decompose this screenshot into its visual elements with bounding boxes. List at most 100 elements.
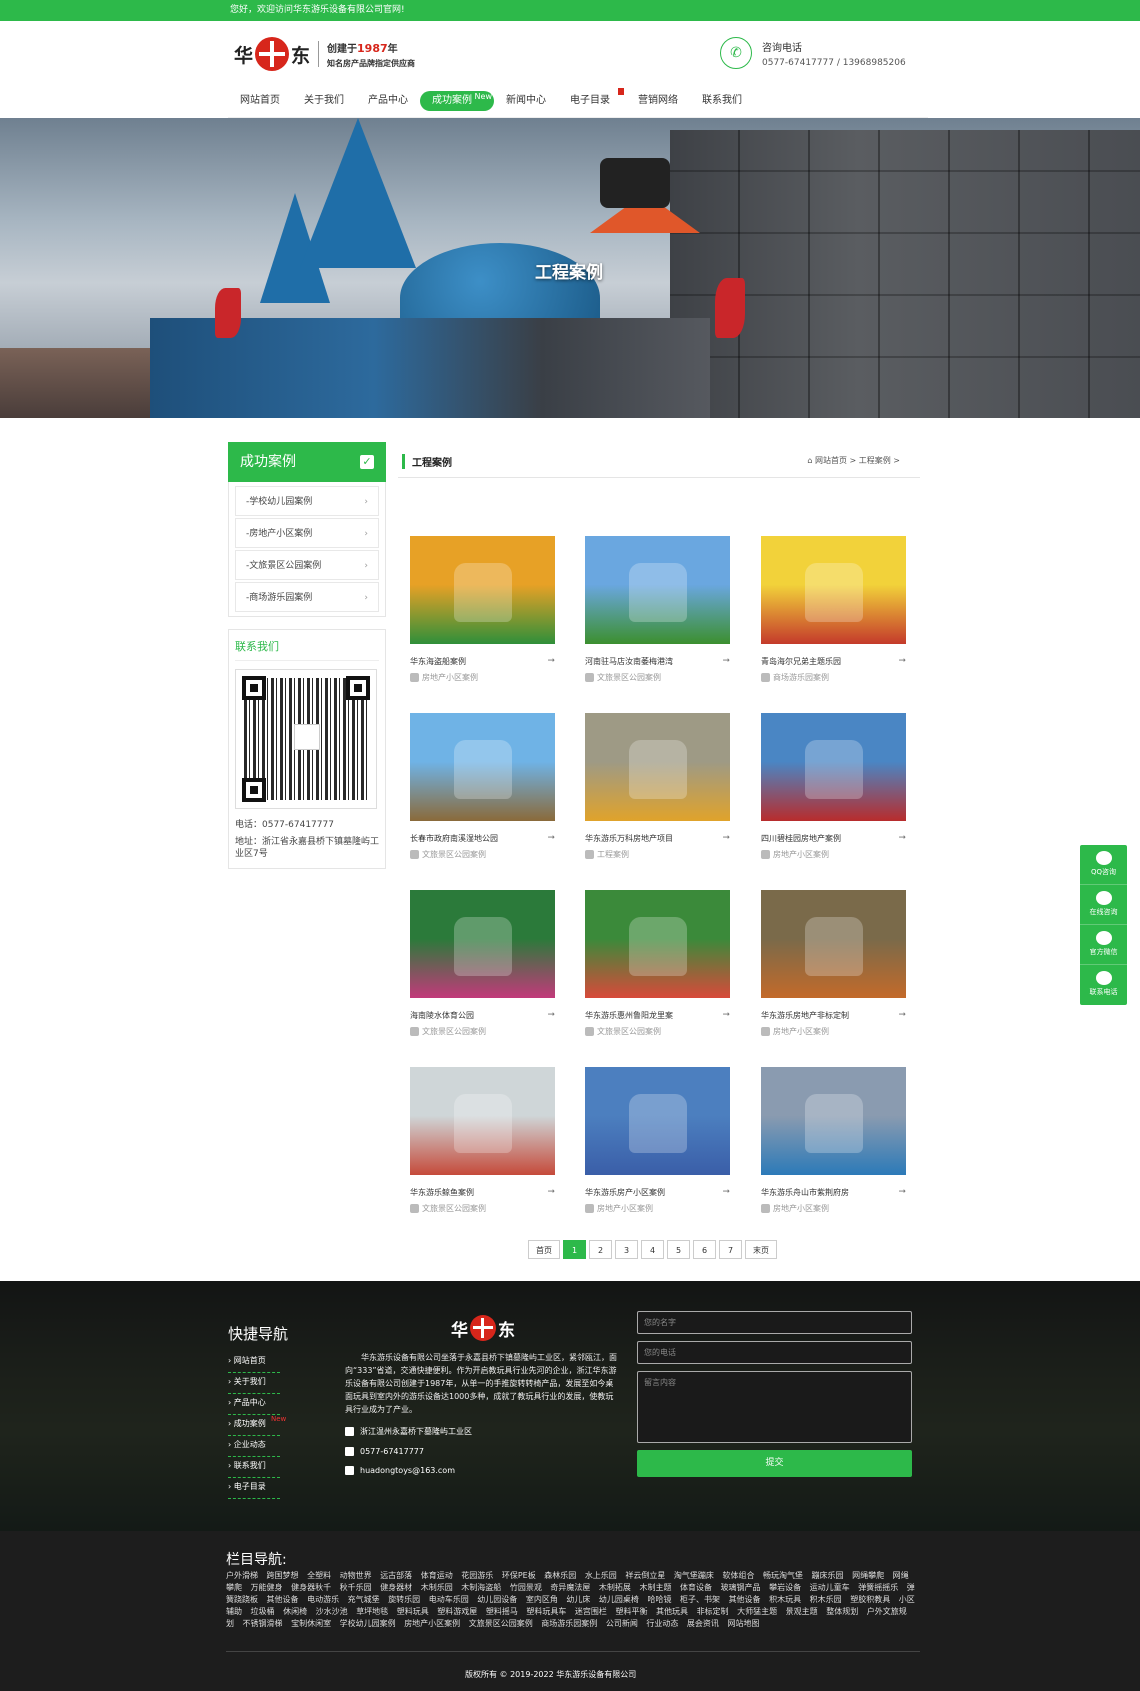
arrow-right-icon[interactable]: ➞	[547, 656, 555, 666]
arrow-right-icon[interactable]: ➞	[898, 1187, 906, 1197]
arrow-right-icon[interactable]: ➞	[722, 1010, 730, 1020]
quick-link-home[interactable]: › 网站首页	[228, 1352, 280, 1373]
quick-link-catalog[interactable]: › 电子目录	[228, 1478, 280, 1499]
column-link[interactable]: 畅玩淘气堡	[763, 1571, 803, 1580]
quick-link-cases[interactable]: › 成功案例 New	[228, 1415, 286, 1436]
case-category[interactable]: 房地产小区案例	[422, 673, 478, 682]
case-title[interactable]: 河南驻马店汝南萎梅港湾	[585, 657, 673, 666]
sidebar-item-park[interactable]: -文旅景区公园案例 ›	[235, 550, 379, 580]
message-textarea[interactable]: 留言内容	[637, 1371, 912, 1443]
arrow-right-icon[interactable]: ➞	[722, 833, 730, 843]
case-card[interactable]: 海南陵水体育公园 ➞ 文旅景区公园案例	[410, 890, 555, 1037]
column-link[interactable]: 淘气堡蹦床	[674, 1571, 714, 1580]
page-6[interactable]: 6	[693, 1240, 716, 1259]
column-link[interactable]: 不锈钢滑梯	[243, 1619, 283, 1628]
column-link[interactable]: 迷宫围栏	[575, 1607, 607, 1616]
page-1[interactable]: 1	[563, 1240, 586, 1259]
column-link[interactable]: 房地产小区案例	[404, 1619, 460, 1628]
case-title[interactable]: 华东游乐惠州鲁阳龙里案	[585, 1011, 673, 1020]
nav-about[interactable]: 关于我们	[292, 91, 356, 111]
case-category[interactable]: 房地产小区案例	[597, 1204, 653, 1213]
arrow-right-icon[interactable]: ➞	[722, 1187, 730, 1197]
column-link[interactable]: 弹簧摇摇乐	[858, 1583, 898, 1592]
case-image[interactable]	[761, 1067, 906, 1175]
nav-marketing[interactable]: 营销网络	[626, 91, 690, 111]
case-card[interactable]: 华东海盗船案例 ➞ 房地产小区案例	[410, 536, 555, 683]
column-link[interactable]: 充气城堡	[348, 1595, 380, 1604]
case-image[interactable]	[585, 1067, 730, 1175]
breadcrumb[interactable]: ⌂ 网站首页 > 工程案例 >	[807, 455, 900, 466]
column-link[interactable]: 蹦床乐园	[812, 1571, 844, 1580]
column-link[interactable]: 柜子、书架	[680, 1595, 720, 1604]
page-2[interactable]: 2	[589, 1240, 612, 1259]
column-link[interactable]: 积木乐园	[810, 1595, 842, 1604]
column-link[interactable]: 草坪地毯	[356, 1607, 388, 1616]
case-card[interactable]: 华东游乐舟山市紫荆府房 ➞ 房地产小区案例	[761, 1067, 906, 1214]
column-link[interactable]: 体育设备	[680, 1583, 712, 1592]
column-link[interactable]: 塑料平衡	[615, 1607, 647, 1616]
case-category[interactable]: 工程案例	[597, 850, 629, 859]
arrow-right-icon[interactable]: ➞	[547, 833, 555, 843]
case-title[interactable]: 四川碧桂园房地产案例	[761, 834, 841, 843]
column-link[interactable]: 祥云倒立星	[625, 1571, 665, 1580]
case-image[interactable]	[761, 713, 906, 821]
column-link[interactable]: 户外滑梯	[226, 1571, 258, 1580]
column-link[interactable]: 动物世界	[340, 1571, 372, 1580]
column-link[interactable]: 文旅景区公园案例	[469, 1619, 533, 1628]
nav-contact[interactable]: 联系我们	[690, 91, 754, 111]
case-title[interactable]: 华东游乐舟山市紫荆府房	[761, 1188, 849, 1197]
case-image[interactable]	[410, 1067, 555, 1175]
column-link[interactable]: 室内区角	[526, 1595, 558, 1604]
column-link[interactable]: 健身器秋千	[291, 1583, 331, 1592]
column-link[interactable]: 玻璃钢产品	[721, 1583, 761, 1592]
case-category[interactable]: 房地产小区案例	[773, 1204, 829, 1213]
column-link[interactable]: 电动车乐园	[429, 1595, 469, 1604]
column-link[interactable]: 非标定制	[697, 1607, 729, 1616]
column-link[interactable]: 网绳攀爬	[852, 1571, 884, 1580]
case-image[interactable]	[410, 890, 555, 998]
column-link[interactable]: 积木玩具	[769, 1595, 801, 1604]
column-link[interactable]: 木制拓展	[599, 1583, 631, 1592]
page-4[interactable]: 4	[641, 1240, 664, 1259]
arrow-right-icon[interactable]: ➞	[898, 833, 906, 843]
column-link[interactable]: 行业动态	[646, 1619, 678, 1628]
column-link[interactable]: 幼儿床	[566, 1595, 590, 1604]
column-link[interactable]: 竹园景观	[510, 1583, 542, 1592]
column-link[interactable]: 网站地图	[727, 1619, 759, 1628]
case-category[interactable]: 文旅景区公园案例	[422, 850, 486, 859]
column-link[interactable]: 花园游乐	[461, 1571, 493, 1580]
column-link[interactable]: 全塑料	[307, 1571, 331, 1580]
case-category[interactable]: 房地产小区案例	[773, 1027, 829, 1036]
nav-cases[interactable]: 成功案例 New	[420, 91, 494, 111]
column-link[interactable]: 万能健身	[251, 1583, 283, 1592]
column-link[interactable]: 运动儿童车	[810, 1583, 850, 1592]
column-link[interactable]: 大师猛主题	[737, 1607, 777, 1616]
column-link[interactable]: 攀岩设备	[769, 1583, 801, 1592]
quick-link-news[interactable]: › 企业动态	[228, 1436, 280, 1457]
column-link[interactable]: 垃圾桶	[251, 1607, 275, 1616]
case-title[interactable]: 长春市政府南溪湿地公园	[410, 834, 498, 843]
case-title[interactable]: 华东游乐鲸鱼案例	[410, 1188, 474, 1197]
column-link[interactable]: 远古部落	[380, 1571, 412, 1580]
case-card[interactable]: 河南驻马店汝南萎梅港湾 ➞ 文旅景区公园案例	[585, 536, 730, 683]
case-card[interactable]: 华东游乐万科房地产项目 ➞ 工程案例	[585, 713, 730, 860]
arrow-right-icon[interactable]: ➞	[547, 1010, 555, 1020]
sidebar-item-school[interactable]: -学校幼儿园案例 ›	[235, 486, 379, 516]
case-card[interactable]: 华东游乐房产小区案例 ➞ 房地产小区案例	[585, 1067, 730, 1214]
column-link[interactable]: 秋千乐园	[340, 1583, 372, 1592]
column-link[interactable]: 塑料摇马	[486, 1607, 518, 1616]
case-title[interactable]: 青岛海尔兄弟主题乐园	[761, 657, 841, 666]
nav-products[interactable]: 产品中心	[356, 91, 420, 111]
name-input[interactable]: 您的名字	[637, 1311, 912, 1334]
column-link[interactable]: 木制乐园	[421, 1583, 453, 1592]
arrow-right-icon[interactable]: ➞	[722, 656, 730, 666]
sidebar-item-realestate[interactable]: -房地产小区案例 ›	[235, 518, 379, 548]
case-card[interactable]: 四川碧桂园房地产案例 ➞ 房地产小区案例	[761, 713, 906, 860]
case-category[interactable]: 文旅景区公园案例	[422, 1204, 486, 1213]
logo[interactable]: 华 东 创建于1987年 知名房产品牌指定供应商	[234, 37, 415, 71]
case-image[interactable]	[761, 890, 906, 998]
page-last[interactable]: 末页	[745, 1240, 777, 1259]
column-link[interactable]: 体育运动	[421, 1571, 453, 1580]
wechat-button[interactable]: 官方微信	[1080, 925, 1127, 965]
column-link[interactable]: 软体组合	[722, 1571, 754, 1580]
